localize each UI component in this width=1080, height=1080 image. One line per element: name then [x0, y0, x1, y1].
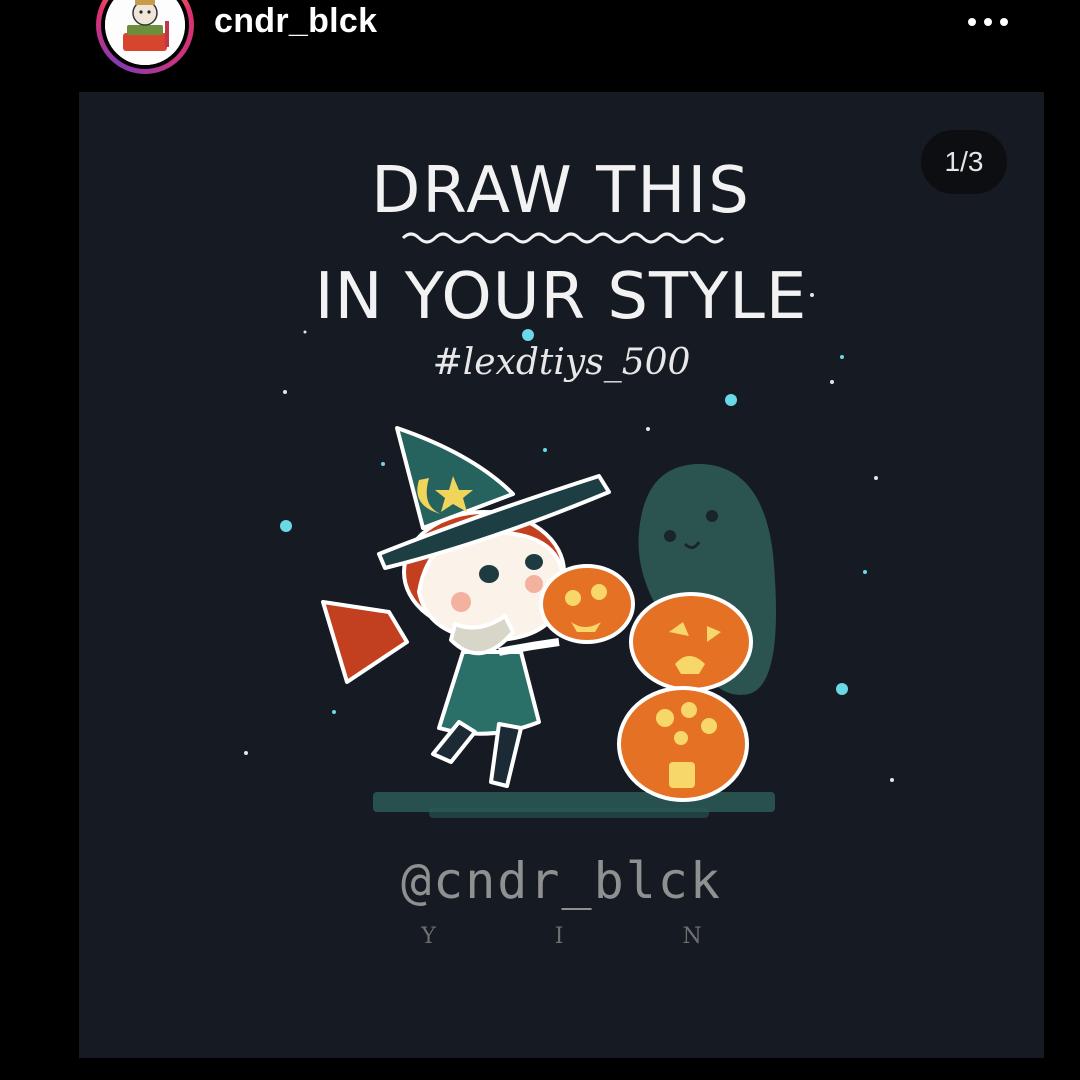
post-image[interactable]: DRAW THIS IN YOUR STYLE #lexdtiys_500 @c… — [79, 92, 1044, 1058]
username[interactable]: cndr_blck — [214, 2, 377, 41]
artist-handle: @cndr_blck — [400, 852, 723, 910]
hashtag-text: #lexdtiys_500 — [432, 342, 691, 383]
carousel-counter: 1/3 — [921, 130, 1007, 194]
avatar[interactable] — [105, 0, 185, 65]
title-line-1: DRAW THIS — [371, 154, 751, 228]
more-options-button[interactable] — [962, 4, 1014, 40]
artwork-illustration: DRAW THIS IN YOUR STYLE — [244, 154, 894, 818]
more-horizontal-icon — [968, 18, 976, 26]
post-header: cndr_blck — [0, 0, 1080, 90]
story-ring[interactable] — [96, 0, 194, 74]
title-line-2: IN YOUR STYLE — [315, 260, 808, 334]
artist-sub-handle: Y I N — [421, 924, 758, 949]
